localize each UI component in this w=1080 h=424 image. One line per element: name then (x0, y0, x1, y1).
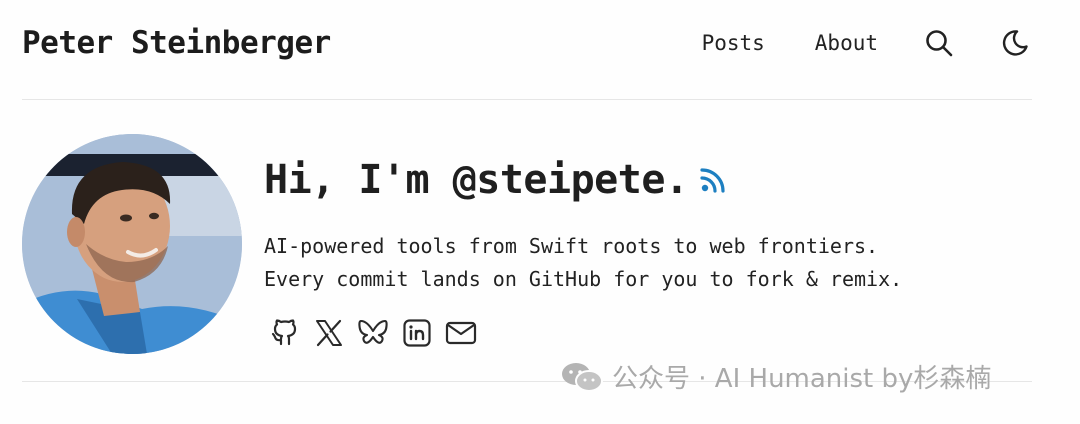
email-link[interactable] (444, 316, 478, 350)
greeting-text: Hi, I'm @steipete. (264, 157, 689, 203)
theme-toggle-button[interactable] (998, 26, 1032, 60)
bluesky-link[interactable] (356, 316, 390, 350)
avatar-portrait (22, 134, 242, 354)
github-link[interactable] (268, 316, 302, 350)
bio-line-2: Every commit lands on GitHub for you to … (264, 267, 903, 291)
profile-section: Hi, I'm @steipete. AI-powered tools from… (22, 134, 1032, 382)
mail-icon (445, 321, 477, 345)
watermark: 公众号 · AI Humanist by杉森楠 (560, 358, 991, 395)
rss-link[interactable] (698, 165, 728, 195)
profile-info: Hi, I'm @steipete. AI-powered tools from… (264, 152, 902, 350)
linkedin-icon (403, 319, 431, 347)
bio: AI-powered tools from Swift roots to web… (264, 230, 902, 296)
rss-icon (700, 168, 726, 193)
watermark-text: 公众号 · AI Humanist by杉森楠 (612, 364, 992, 394)
main-nav: Posts About (702, 26, 1032, 60)
bio-line-1: AI-powered tools from Swift roots to web… (264, 234, 879, 258)
site-header: Peter Steinberger Posts About (22, 0, 1032, 100)
bluesky-icon (358, 319, 388, 344)
greeting-heading: Hi, I'm @steipete. (264, 152, 902, 208)
x-icon (316, 319, 342, 347)
nav-posts-link[interactable]: Posts (702, 31, 765, 55)
search-icon (926, 29, 953, 56)
linkedin-link[interactable] (400, 316, 434, 350)
site-title[interactable]: Peter Steinberger (22, 25, 331, 61)
nav-about-link[interactable]: About (815, 31, 878, 55)
avatar (22, 134, 242, 354)
wechat-icon (562, 362, 603, 392)
moon-icon (1002, 29, 1028, 56)
search-button[interactable] (922, 26, 956, 60)
github-icon (271, 319, 297, 346)
social-links (268, 316, 902, 350)
x-link[interactable] (312, 316, 346, 350)
page: Peter Steinberger Posts About Hi, I'm @s… (0, 0, 1080, 424)
